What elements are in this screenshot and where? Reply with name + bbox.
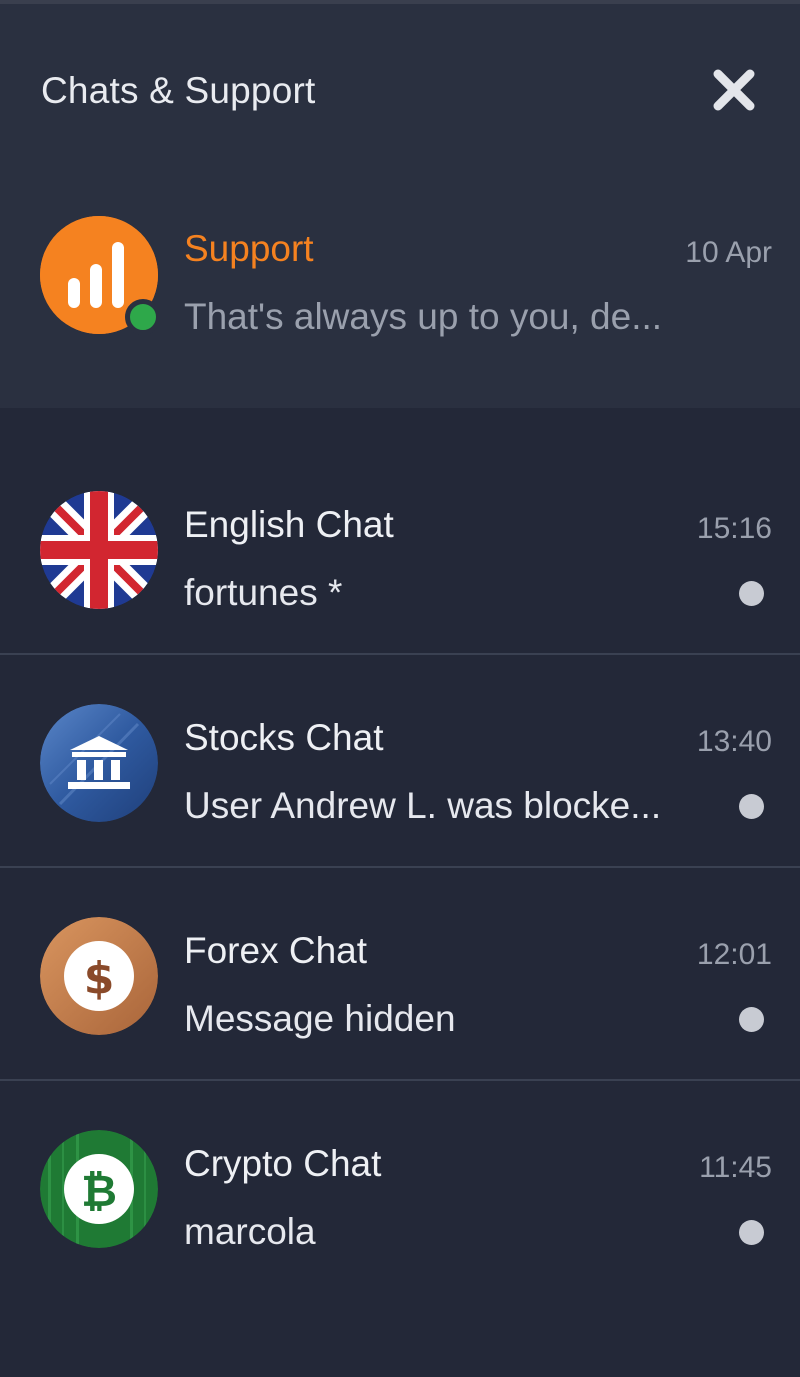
bitcoin-icon: ₿ xyxy=(40,1130,158,1248)
unread-dot xyxy=(739,1220,764,1245)
chat-time: 13:40 xyxy=(696,725,772,758)
support-avatar xyxy=(40,216,161,335)
online-status-dot xyxy=(125,299,161,335)
chat-name: Stocks Chat xyxy=(184,717,384,758)
dollar-coin-icon: $ xyxy=(40,917,158,1035)
chat-time: 12:01 xyxy=(696,938,772,971)
uk-flag-icon xyxy=(40,491,158,609)
chat-name: Forex Chat xyxy=(184,930,368,971)
chat-row-forex[interactable]: $ Forex Chat 12:01 Message hidden xyxy=(0,868,800,1081)
chat-time: 11:45 xyxy=(699,1151,772,1184)
chat-row-crypto[interactable]: ₿ Crypto Chat 11:45 marcola xyxy=(0,1081,800,1294)
svg-text:₿: ₿ xyxy=(81,1166,117,1217)
bank-building-icon xyxy=(40,704,158,822)
chat-list: English Chat 15:16 fortunes * Stocks Cha… xyxy=(0,442,800,1294)
chat-name: Support xyxy=(184,228,314,269)
unread-dot xyxy=(739,581,764,606)
svg-text:$: $ xyxy=(84,953,115,1004)
chat-row-stocks[interactable]: Stocks Chat 13:40 User Andrew L. was blo… xyxy=(0,655,800,868)
unread-dot xyxy=(739,794,764,819)
chat-preview: marcola xyxy=(184,1211,316,1252)
chat-avatar xyxy=(40,704,158,822)
close-button[interactable] xyxy=(708,64,760,116)
chat-row-support[interactable]: Support 10 Apr That's always up to you, … xyxy=(0,184,800,364)
chat-time: 10 Apr xyxy=(685,236,772,269)
chat-avatar xyxy=(40,491,158,609)
unread-dot xyxy=(739,1007,764,1032)
chat-preview: That's always up to you, de... xyxy=(184,296,663,337)
chat-row-english[interactable]: English Chat 15:16 fortunes * xyxy=(0,442,800,655)
chats-header-panel: Chats & Support Support 10 Apr That's al… xyxy=(0,4,800,408)
chat-preview: fortunes * xyxy=(184,572,343,613)
chat-avatar: $ xyxy=(40,917,158,1035)
close-icon xyxy=(713,69,755,111)
page-title: Chats & Support xyxy=(41,70,316,111)
chat-avatar: ₿ xyxy=(40,1130,158,1248)
chat-name: Crypto Chat xyxy=(184,1143,382,1184)
chat-name: English Chat xyxy=(184,504,394,545)
chat-time: 15:16 xyxy=(696,512,772,545)
chat-preview: User Andrew L. was blocke... xyxy=(184,785,662,826)
chat-preview: Message hidden xyxy=(184,998,456,1039)
